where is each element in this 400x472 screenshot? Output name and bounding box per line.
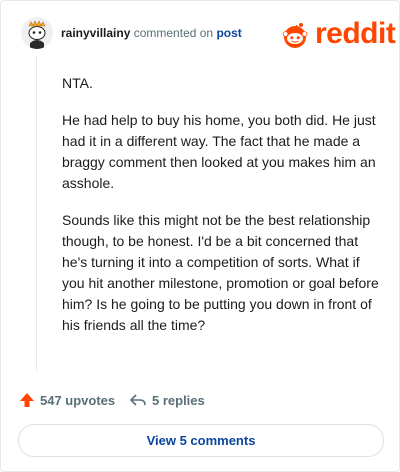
comment-body: NTA. He had help to buy his home, you bo… [62, 73, 382, 352]
upvote-arrow-icon [20, 393, 34, 407]
reddit-snoo-icon [282, 23, 308, 48]
comment-meta: rainyvillainy commented on post [61, 26, 242, 40]
username-link[interactable]: rainyvillainy [61, 26, 130, 40]
thread-line[interactable] [36, 57, 37, 371]
upvote-button[interactable]: 547 upvotes [19, 389, 115, 411]
reply-arrow-icon [130, 394, 146, 406]
upvote-count: 547 upvotes [40, 392, 116, 408]
comment-paragraph: Sounds like this might not be the best r… [62, 212, 379, 333]
replies-button[interactable]: 5 replies [129, 389, 205, 411]
post-link[interactable]: post [216, 26, 241, 40]
action-text: commented on [133, 26, 214, 40]
comment-actions: 547 upvotes 5 replies [19, 389, 389, 411]
comment-header: rainyvillainy commented on post reddit [21, 17, 396, 51]
reddit-wordmark: reddit [315, 17, 396, 50]
reddit-logo: reddit [279, 17, 396, 51]
view-comments-button[interactable]: View 5 comments [18, 424, 384, 457]
avatar[interactable] [21, 17, 53, 49]
comment-paragraph: NTA. [62, 75, 93, 91]
comment-paragraph: He had help to buy his home, you both di… [62, 112, 376, 191]
comment-card: rainyvillainy commented on post reddit N… [0, 0, 400, 472]
replies-count: 5 replies [152, 392, 205, 408]
snoo-avatar-icon [21, 17, 53, 49]
